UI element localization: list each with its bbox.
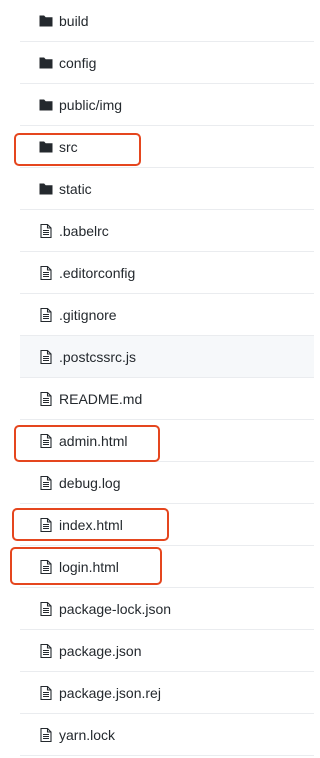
file-name: config bbox=[59, 55, 97, 71]
file-name: src bbox=[59, 139, 78, 155]
file-row-babelrc[interactable]: .babelrc bbox=[20, 210, 314, 252]
file-name: package.json.rej bbox=[59, 685, 161, 701]
file-icon bbox=[38, 307, 54, 323]
file-name: .gitignore bbox=[59, 307, 117, 323]
file-list: build config public/img src static .babe… bbox=[0, 0, 314, 758]
file-name: .postcssrc.js bbox=[59, 349, 137, 365]
file-name: package-lock.json bbox=[59, 601, 172, 617]
file-row-login-html[interactable]: login.html bbox=[20, 546, 314, 588]
file-name: .editorconfig bbox=[59, 265, 136, 281]
file-row-public-img[interactable]: public/img bbox=[20, 84, 314, 126]
folder-icon bbox=[38, 97, 54, 113]
file-row-build[interactable]: build bbox=[20, 0, 314, 42]
file-icon bbox=[38, 727, 54, 743]
file-row-admin-html[interactable]: admin.html bbox=[20, 420, 314, 462]
folder-icon bbox=[38, 139, 54, 155]
file-row-package-lock-json[interactable]: package-lock.json bbox=[20, 588, 314, 630]
file-row-package-json-rej[interactable]: package.json.rej bbox=[20, 672, 314, 714]
file-name: login.html bbox=[59, 559, 119, 575]
file-icon bbox=[38, 475, 54, 491]
file-icon bbox=[38, 391, 54, 407]
file-name: static bbox=[59, 181, 92, 197]
file-row-index-html[interactable]: index.html bbox=[20, 504, 314, 546]
file-name: debug.log bbox=[59, 475, 121, 491]
file-icon bbox=[38, 685, 54, 701]
file-icon bbox=[38, 223, 54, 239]
file-name: .babelrc bbox=[59, 223, 109, 239]
file-icon bbox=[38, 559, 54, 575]
file-icon bbox=[38, 433, 54, 449]
folder-icon bbox=[38, 181, 54, 197]
file-icon bbox=[38, 349, 54, 365]
file-row-package-json[interactable]: package.json bbox=[20, 630, 314, 672]
file-row-src[interactable]: src bbox=[20, 126, 314, 168]
file-name: yarn.lock bbox=[59, 727, 116, 743]
file-row-postcssrc[interactable]: .postcssrc.js bbox=[20, 336, 314, 378]
file-row-debug-log[interactable]: debug.log bbox=[20, 462, 314, 504]
file-row-readme[interactable]: README.md bbox=[20, 378, 314, 420]
file-icon bbox=[38, 265, 54, 281]
file-name: package.json bbox=[59, 643, 142, 659]
file-icon bbox=[38, 643, 54, 659]
file-icon bbox=[38, 601, 54, 617]
file-name: build bbox=[59, 13, 89, 29]
file-row-yarn-lock[interactable]: yarn.lock bbox=[20, 714, 314, 756]
file-row-editorconfig[interactable]: .editorconfig bbox=[20, 252, 314, 294]
file-name: README.md bbox=[59, 391, 143, 407]
file-row-gitignore[interactable]: .gitignore bbox=[20, 294, 314, 336]
file-name: admin.html bbox=[59, 433, 128, 449]
file-name: public/img bbox=[59, 97, 123, 113]
folder-icon bbox=[38, 13, 54, 29]
file-row-config[interactable]: config bbox=[20, 42, 314, 84]
file-name: index.html bbox=[59, 517, 123, 533]
file-row-static[interactable]: static bbox=[20, 168, 314, 210]
folder-icon bbox=[38, 55, 54, 71]
file-icon bbox=[38, 517, 54, 533]
